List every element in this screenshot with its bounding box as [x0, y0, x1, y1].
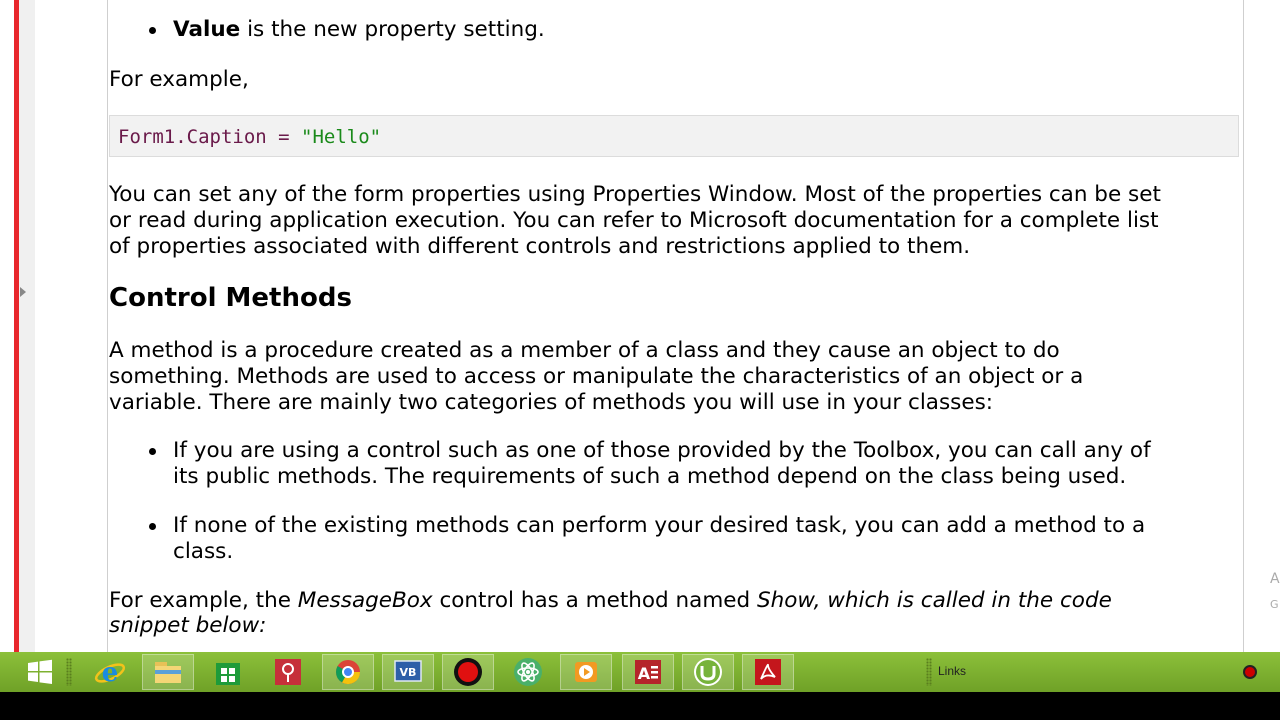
taskbar-ie[interactable]: e	[84, 654, 136, 690]
taskbar-acrobat[interactable]	[742, 654, 794, 690]
italic-term: snippet below:	[109, 613, 267, 638]
code-line: Form1.Caption = "Hello"	[118, 124, 381, 150]
code-string: "Hello"	[301, 126, 382, 148]
text-run: For example, the	[109, 588, 298, 613]
atom-icon	[514, 658, 542, 686]
text-run: control has a method named	[432, 588, 757, 613]
sidebar-collapsed[interactable]	[19, 0, 35, 652]
code-block: Form1.Caption = "Hello"	[109, 115, 1239, 157]
taskbar-chrome[interactable]	[322, 654, 374, 690]
bullet-dot	[149, 523, 156, 530]
bullet-line: its public methods. The requirements of …	[173, 464, 1127, 489]
windows-logo-icon	[28, 659, 52, 684]
bullet-line: class.	[173, 539, 234, 564]
offscreen-edge-text: A G	[1270, 566, 1280, 618]
paragraph-line: For example, the MessageBox control has …	[109, 588, 1112, 614]
taskbar-grip[interactable]	[66, 658, 72, 686]
bullet-value-text: is the new property setting.	[240, 17, 545, 42]
edge-letter: G	[1270, 598, 1279, 611]
expand-arrow-icon[interactable]	[20, 287, 26, 297]
taskbar-visual-basic[interactable]: VB	[382, 654, 434, 690]
italic-term: MessageBox	[297, 588, 433, 613]
store-icon	[216, 663, 240, 685]
start-button[interactable]	[16, 654, 64, 690]
taskbar-access[interactable]: A	[622, 654, 674, 690]
italic-term: Show, which is called in the code	[756, 588, 1112, 613]
recording-tray-icon[interactable]	[1243, 665, 1257, 679]
taskbar-store[interactable]	[202, 654, 254, 690]
taskbar-utorrent[interactable]	[682, 654, 734, 690]
taskbar-grip[interactable]	[926, 658, 932, 686]
bullet-line: If none of the existing methods can perf…	[173, 513, 1146, 538]
map-pin-icon	[275, 659, 301, 685]
taskbar-maps-app[interactable]	[262, 654, 314, 690]
edge-letter: A	[1270, 571, 1280, 587]
taskbar-file-explorer[interactable]	[142, 654, 194, 690]
paragraph-line: snippet below:	[109, 613, 266, 639]
taskbar-media-player[interactable]	[560, 654, 612, 690]
svg-text:e: e	[102, 658, 119, 688]
taskbar: e VB A	[0, 652, 1280, 692]
folder-icon	[155, 662, 181, 683]
bullet-line: If you are using a control such as one o…	[173, 438, 1151, 463]
code-identifier: Form1.Caption =	[118, 126, 302, 148]
bullet-dot	[149, 448, 156, 455]
internet-explorer-icon: e	[94, 658, 126, 688]
screen-bottom-bar	[0, 692, 1280, 720]
taskbar-recorder[interactable]	[442, 654, 494, 690]
section-heading: Control Methods	[109, 283, 352, 313]
svg-text:VB: VB	[400, 666, 417, 679]
paragraph-line: A method is a procedure created as a mem…	[109, 338, 1060, 363]
paragraph-line: variable. There are mainly two categorie…	[109, 390, 994, 415]
utorrent-icon	[694, 658, 722, 686]
term-value: Value	[173, 17, 241, 42]
visual-basic-icon: VB	[394, 660, 422, 682]
content-border-left	[107, 0, 108, 652]
record-icon	[454, 658, 482, 686]
for-example-text: For example,	[109, 67, 249, 92]
chrome-icon	[336, 660, 360, 685]
screen: A G Value is the new property setting. F…	[0, 0, 1280, 652]
paragraph-line: or read during application execution. Yo…	[109, 208, 1159, 233]
paragraph-line: something. Methods are used to access or…	[109, 364, 1084, 389]
links-toolbar[interactable]: Links	[938, 664, 966, 678]
acrobat-icon	[755, 659, 781, 685]
bullet-value: Value is the new property setting.	[173, 17, 545, 43]
taskbar-atom[interactable]	[502, 654, 554, 690]
bullet-dot	[149, 27, 156, 34]
paragraph-line: You can set any of the form properties u…	[109, 182, 1161, 207]
media-player-icon	[575, 662, 597, 682]
svg-text:A: A	[638, 664, 651, 683]
access-icon: A	[635, 660, 661, 684]
content-border-right	[1243, 0, 1244, 652]
paragraph-line: of properties associated with different …	[109, 234, 971, 259]
